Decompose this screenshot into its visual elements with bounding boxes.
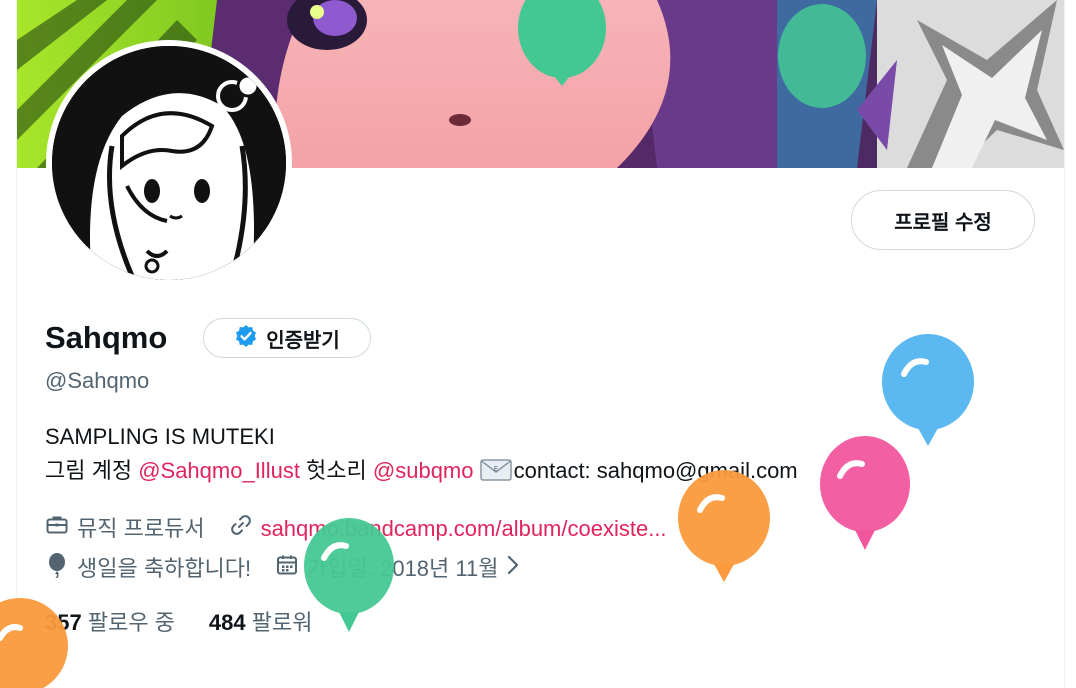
balloon-icon — [678, 470, 770, 582]
balloon-icon — [0, 598, 68, 688]
right-divider — [1064, 0, 1065, 688]
bio-mid-text: 헛소리 — [299, 458, 373, 483]
followers-link[interactable]: 484 팔로워 — [209, 608, 313, 638]
mention-sub-link[interactable]: @subqmo — [373, 458, 474, 483]
balloon-icon — [882, 334, 974, 446]
website-item: sahqmo.bandcamp.com/album/coexiste... — [229, 513, 667, 545]
profession-category: 뮤직 프로듀서 — [45, 513, 205, 545]
envelope-icon: E — [479, 459, 512, 489]
profile-meta-row-2: 생일을 축하합니다! 가입일: 2018년 11월 — [45, 552, 552, 586]
edit-profile-label: 프로필 수정 — [894, 211, 992, 234]
verified-badge-icon — [234, 324, 258, 353]
mention-illust-link[interactable]: @Sahqmo_Illust — [138, 458, 300, 483]
profession-label: 뮤직 프로듀서 — [77, 516, 205, 541]
bio-line-1: SAMPLING IS MUTEKI — [45, 424, 275, 449]
balloon-icon — [45, 552, 77, 586]
profile-page: 프로필 수정 Sahqmo 인증받기 @Sahqmo SAMPLING IS M… — [0, 0, 1076, 688]
edit-profile-button[interactable]: 프로필 수정 — [851, 190, 1035, 250]
avatar[interactable] — [52, 46, 286, 280]
svg-text:E: E — [493, 465, 497, 473]
following-label: 팔로우 중 — [87, 610, 175, 635]
link-icon — [229, 513, 261, 545]
balloon-icon — [820, 436, 910, 550]
get-verified-label: 인증받기 — [266, 329, 340, 352]
get-verified-button[interactable]: 인증받기 — [203, 318, 371, 358]
profile-handle: @Sahqmo — [45, 368, 150, 393]
birthday-label: 생일을 축하합니다! — [77, 556, 252, 581]
chevron-right-icon — [506, 554, 528, 584]
followers-count: 484 — [208, 610, 246, 635]
birthday-item: 생일을 축하합니다! — [45, 552, 251, 586]
bio-prefix-text: 그림 계정 — [45, 458, 139, 483]
display-name: Sahqmo — [45, 320, 168, 355]
balloon-icon — [304, 518, 394, 632]
briefcase-icon — [45, 513, 77, 545]
